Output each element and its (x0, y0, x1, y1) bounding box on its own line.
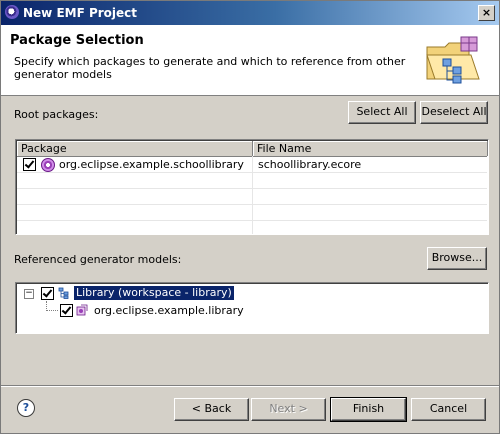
referenced-models-label: Referenced generator models: (14, 253, 182, 266)
generator-package-icon (76, 304, 88, 316)
package-checkbox[interactable] (23, 158, 36, 171)
back-button[interactable]: < Back (174, 398, 249, 421)
package-checkbox[interactable] (60, 304, 73, 317)
file-name: schoollibrary.ecore (258, 158, 362, 171)
model-checkbox[interactable] (41, 287, 54, 300)
eclipse-icon (5, 5, 19, 19)
window-title: New EMF Project (23, 6, 138, 20)
tree-item-package[interactable]: org.eclipse.example.library (94, 304, 244, 318)
page-title: Package Selection (10, 33, 144, 48)
tree-connector (46, 310, 58, 311)
column-package[interactable]: Package (17, 141, 253, 156)
deselect-all-button[interactable]: Deselect All (420, 101, 488, 124)
help-icon[interactable]: ? (17, 399, 35, 417)
table-header: Package File Name (17, 141, 488, 157)
column-file-name[interactable]: File Name (253, 141, 488, 156)
wizard-header: Package Selection Specify which packages… (1, 25, 499, 96)
root-packages-table[interactable]: Package File Name org.eclipse.example.sc… (15, 139, 489, 235)
collapse-expander-icon[interactable]: − (24, 289, 34, 299)
select-all-button[interactable]: Select All (348, 101, 416, 124)
package-icon (41, 158, 55, 172)
next-button[interactable]: Next > (251, 398, 326, 421)
new-project-folder-icon (426, 36, 480, 84)
finish-button[interactable]: Finish (330, 397, 407, 422)
root-packages-label: Root packages: (14, 108, 99, 121)
close-button[interactable]: × (478, 5, 495, 21)
tree-item-library[interactable]: Library (workspace - library) (73, 285, 235, 301)
footer-separator (1, 385, 499, 387)
cancel-button[interactable]: Cancel (411, 398, 486, 421)
page-description: Specify which packages to generate and w… (14, 55, 406, 81)
generator-model-icon (58, 287, 69, 299)
browse-button[interactable]: Browse... (427, 247, 487, 270)
wizard-window: New EMF Project × Package Selection Spec… (0, 0, 500, 434)
title-bar[interactable]: New EMF Project × (1, 1, 499, 25)
column-divider (252, 156, 253, 234)
package-name: org.eclipse.example.schoollibrary (59, 158, 244, 171)
referenced-models-tree[interactable]: − Library (workspace - library) org.ecli… (15, 282, 489, 334)
